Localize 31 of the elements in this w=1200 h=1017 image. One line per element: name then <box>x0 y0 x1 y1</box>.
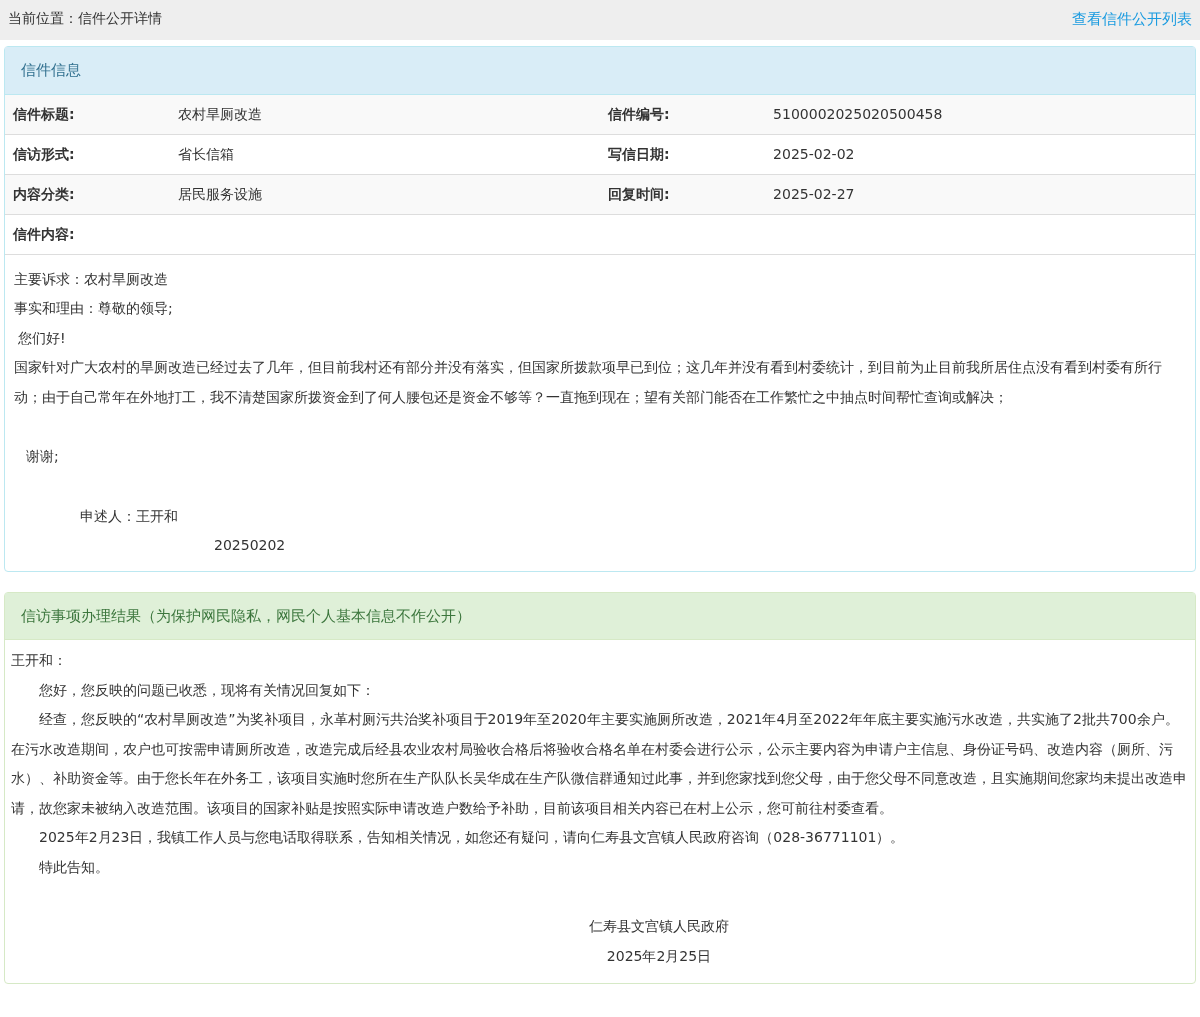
sign-date: 20250202 <box>214 537 286 553</box>
field-label: 信件标题: <box>5 94 171 134</box>
field-label: 信件编号: <box>600 94 766 134</box>
field-label: 写信日期: <box>600 134 766 174</box>
reply-text: 经查，您反映的“农村旱厕改造”为奖补项目，永革村厕污共治奖补项目于2019年至2020年主要实施厕所改造，2021年4月至2022年年底主要实施污水改造，共实施了2批共700余户。在污水改造期间，农户也可按需申请厕所改造，改造完成后经县农业农村局验收合格后将验收合格名单在村委会进行公示，公示主要内容为申请户主信息、身份证号码、改造内容（厕所、污水）、补助资金等。由于您长年在外务工，该项目实施时您所在生产队队长吴华成在生产队微信群通知过此事，并到您家找到您父母，由于您父母不同意改造，且实施期间您家均未提出改造申请，故您家未被纳入改造范围。该项目的国家补贴是按照实际申请改造户数给予补助，目前该项目相关内容已在村上公示，您可前往村委查看。 <box>11 710 1188 818</box>
breadcrumb-text: 当前位置：信件公开详情 <box>8 9 162 28</box>
list-link[interactable]: 查看信件公开列表 <box>1072 8 1192 31</box>
field-value: 省长信箱 <box>170 134 600 174</box>
reply-text: 王开和： <box>11 651 68 670</box>
reply-text: 您好，您反映的问题已收悉，现将有关情况回复如下： <box>38 680 376 700</box>
panel-heading: 信件信息 <box>5 47 1195 95</box>
reply-text: 2025年2月23日，我镇工作人员与您电话取得联系，告知相关情况，如您还有疑问，请向仁寿县文宫镇人民政府咨询（028-36771101）。 <box>38 828 906 847</box>
field-value: 居民服务设施 <box>170 174 600 214</box>
reply-text: 特此告知。 <box>38 857 110 877</box>
panel-heading: 信访事项办理结果（为保护网民隐私，网民个人基本信息不作公开） <box>5 592 1195 640</box>
field-value: 2025-02-02 <box>765 134 1195 174</box>
field-value: 2025-02-27 <box>765 174 1195 214</box>
field-label: 内容分类: <box>5 174 171 214</box>
field-value: 农村旱厕改造 <box>170 94 600 134</box>
letter-text: 事实和理由：尊敬的领导; <box>14 300 173 316</box>
letter-text: 国家针对广大农村的旱厕改造已经过去了几年，但目前我村还有部分并没有落实，但国家所拨款项早已到位；这几年并没有看到村委统计，到目前为止目前我所居住点没有看到村委有所行动；由于自己常年在外地打工，我不清楚国家所拨资金到了何人腰包还是资金不够等？一直拖到现在；望有关部门能否在工作繁忙之中抽点时间帮忙查询或解决； <box>14 359 1162 405</box>
field-label: 信件内容: <box>5 214 171 254</box>
sign-date: 2025年2月25日 <box>605 946 713 966</box>
letter-text: 谢谢; <box>26 448 59 464</box>
letter-text: 主要诉求：农村旱厕改造 <box>14 270 168 287</box>
field-label: 信访形式: <box>5 134 171 174</box>
signer-name: 仁寿县文宫镇人民政府 <box>588 917 730 936</box>
field-value: 5100002025020500458 <box>765 94 1195 134</box>
signer-name: 申述人：王开和 <box>80 507 178 524</box>
field-label: 回复时间: <box>600 174 766 214</box>
letter-text: 您们好! <box>18 329 66 346</box>
